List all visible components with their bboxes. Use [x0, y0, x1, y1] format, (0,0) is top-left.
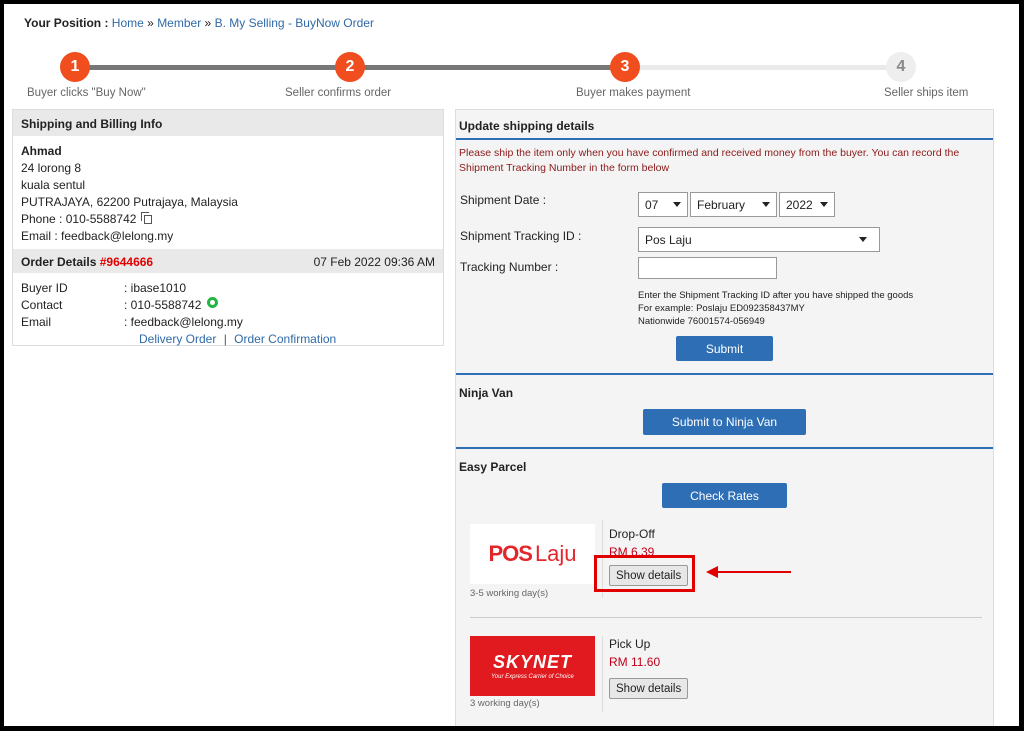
order-details-title: Order Details — [21, 255, 97, 269]
show-details-button[interactable]: Show details — [609, 678, 689, 699]
chevron-down-icon — [762, 202, 770, 207]
email-value: feedback@lelong.my — [61, 229, 174, 243]
phone-label: Phone : — [21, 212, 63, 226]
order-number: #9644666 — [99, 255, 154, 269]
service-type: Pick Up — [609, 637, 651, 651]
order-details-header: Order Details #9644666 07 Feb 2022 09:36… — [13, 249, 443, 273]
delivery-days: 3-5 working day(s) — [470, 588, 549, 599]
buyer-address-block: Ahmad 24 lorong 8 kuala sentul PUTRAJAYA… — [13, 136, 443, 245]
arrow-annotation-line — [716, 571, 791, 573]
submit-ninja-van-button[interactable]: Submit to Ninja Van — [643, 409, 806, 435]
step-3-circle: 3 — [610, 52, 640, 82]
courier-pos-laju: POS Laju 3-5 working day(s) Drop-Off RM … — [470, 520, 982, 600]
shipping-billing-title: Shipping and Billing Info — [13, 110, 443, 136]
chevron-down-icon — [673, 202, 681, 207]
easy-parcel-title: Easy Parcel — [459, 460, 527, 474]
email-row: Email : feedback@lelong.my — [21, 228, 435, 245]
link-separator: | — [223, 332, 227, 346]
address-line-3: PUTRAJAYA, 62200 Putrajaya, Malaysia — [21, 195, 238, 209]
tracking-id-value: Pos Laju — [645, 233, 692, 247]
shipment-month-select[interactable]: February — [690, 192, 777, 217]
pos-laju-logo-text: Laju — [534, 541, 577, 566]
buyer-name: Ahmad — [21, 144, 62, 158]
skynet-logo-tagline: Your Express Carrier of Choice — [491, 674, 574, 680]
courier-divider — [602, 636, 603, 712]
breadcrumb-current-link[interactable]: B. My Selling - BuyNow Order — [215, 16, 374, 30]
highlight-box — [594, 555, 695, 592]
check-rates-button[interactable]: Check Rates — [662, 483, 787, 508]
order-row-value: : 010-5588742 — [124, 298, 202, 312]
step-1-circle: 1 — [60, 52, 90, 82]
update-shipping-panel: Update shipping details Please ship the … — [455, 109, 994, 726]
step-3-label: Buyer makes payment — [576, 87, 691, 99]
tracking-number-label: Tracking Number : — [460, 260, 559, 274]
shipment-year-value: 2022 — [786, 198, 813, 212]
breadcrumb-label: Your Position : — [24, 16, 109, 30]
order-row-email: Email : feedback@lelong.my — [21, 314, 435, 331]
tracking-hint-line-1: Enter the Shipment Tracking ID after you… — [638, 290, 914, 301]
address-line-2: kuala sentul — [21, 178, 86, 192]
tracking-id-label: Shipment Tracking ID : — [460, 229, 582, 243]
order-row-key: Contact — [21, 298, 63, 312]
page-frame: Your Position : Home » Member » B. My Se… — [4, 4, 1019, 726]
whatsapp-icon[interactable] — [207, 297, 219, 308]
order-row-key: Buyer ID — [21, 281, 68, 295]
phone-value: 010-5588742 — [65, 212, 137, 226]
order-row-contact: Contact : 010-5588742 — [21, 297, 435, 314]
order-progress-stepper: 1 Buyer clicks "Buy Now" 2 Seller confir… — [4, 48, 1019, 108]
step-1-label: Buyer clicks "Buy Now" — [27, 87, 146, 99]
shipping-warning: Please ship the item only when you have … — [459, 147, 960, 174]
tracking-id-select[interactable]: Pos Laju — [638, 227, 880, 252]
breadcrumb-home-link[interactable]: Home — [112, 16, 144, 30]
skynet-logo: SKYNET Your Express Carrier of Choice — [470, 636, 595, 696]
step-4-label: Seller ships item — [884, 87, 969, 99]
update-shipping-title: Update shipping details — [456, 110, 993, 140]
phone-row: Phone : 010-5588742 — [21, 211, 435, 228]
order-confirmation-link[interactable]: Order Confirmation — [234, 332, 336, 346]
submit-button[interactable]: Submit — [676, 336, 773, 361]
service-price: RM 11.60 — [609, 655, 661, 669]
progress-track-pending — [624, 65, 901, 70]
courier-separator — [470, 617, 982, 618]
breadcrumb-separator: » — [147, 16, 154, 30]
order-details-grid: Buyer ID : ibase1010 Contact : 010-55887… — [13, 273, 443, 348]
section-divider — [456, 373, 993, 375]
ninja-van-title: Ninja Van — [459, 386, 514, 400]
breadcrumb: Your Position : Home » Member » B. My Se… — [24, 16, 374, 30]
section-divider — [456, 447, 993, 449]
shipment-day-value: 07 — [645, 198, 659, 212]
shipment-date-label: Shipment Date : — [460, 193, 547, 207]
step-2-circle: 2 — [335, 52, 365, 82]
address-line-1: 24 lorong 8 — [21, 161, 82, 175]
shipment-year-select[interactable]: 2022 — [779, 192, 835, 217]
order-datetime: 07 Feb 2022 09:36 AM — [313, 255, 435, 269]
skynet-logo-text: SKYNET — [492, 652, 572, 672]
step-4-circle: 4 — [886, 52, 916, 82]
courier-skynet: SKYNET Your Express Carrier of Choice 3 … — [470, 628, 982, 712]
email-label: Email : — [21, 229, 58, 243]
order-links: Delivery Order | Order Confirmation — [21, 331, 435, 348]
delivery-days: 3 working day(s) — [470, 698, 540, 709]
copy-icon[interactable] — [140, 212, 152, 225]
shipment-month-value: February — [697, 198, 746, 212]
chevron-down-icon — [859, 237, 867, 242]
step-2-label: Seller confirms order — [285, 87, 392, 99]
breadcrumb-member-link[interactable]: Member — [157, 16, 201, 30]
order-row-key: Email — [21, 315, 52, 329]
pos-laju-logo-text: POS — [488, 541, 532, 566]
tracking-hint-line-2: For example: Poslaju ED092358437MY — [638, 303, 805, 314]
tracking-number-input[interactable] — [638, 257, 777, 279]
shipment-day-select[interactable]: 07 — [638, 192, 688, 217]
breadcrumb-separator: » — [204, 16, 212, 30]
pos-laju-logo: POS Laju — [470, 524, 595, 584]
order-row-value: : feedback@lelong.my — [124, 315, 243, 329]
service-type: Drop-Off — [609, 527, 655, 541]
tracking-hint: Enter the Shipment Tracking ID after you… — [638, 289, 913, 328]
chevron-down-icon — [820, 202, 828, 207]
tracking-hint-line-3: Nationwide 76001574-056949 — [638, 316, 765, 327]
order-row-value: : ibase1010 — [124, 281, 187, 295]
order-row-buyer-id: Buyer ID : ibase1010 — [21, 280, 435, 297]
delivery-order-link[interactable]: Delivery Order — [139, 332, 216, 346]
shipping-billing-panel: Shipping and Billing Info Ahmad 24 loron… — [12, 109, 444, 346]
